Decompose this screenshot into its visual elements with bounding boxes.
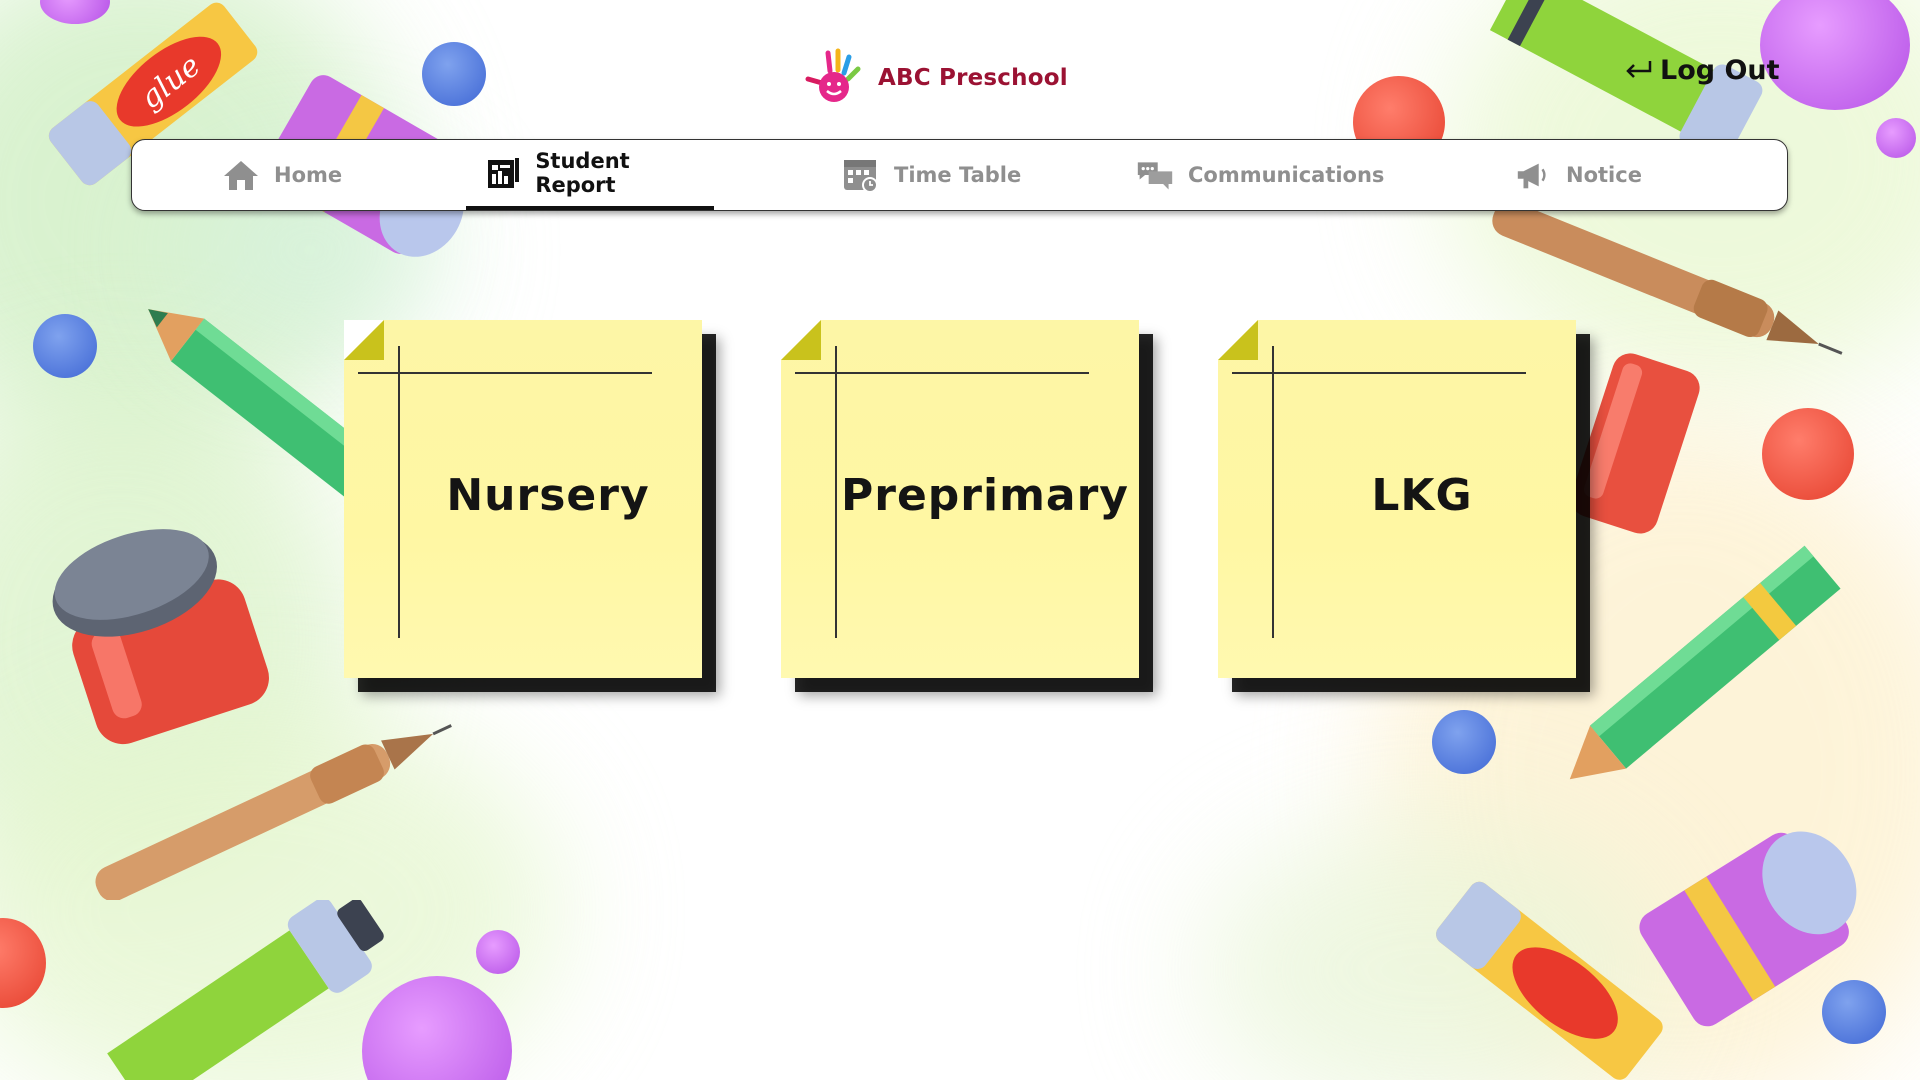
- nav-label-notice: Notice: [1566, 163, 1642, 187]
- note-margin-line: [835, 346, 837, 638]
- note-corner-fold: [1218, 320, 1258, 360]
- nav-label-communications: Communications: [1188, 163, 1385, 187]
- class-label: Nursery: [446, 470, 650, 521]
- logout-button[interactable]: Log Out: [1622, 48, 1780, 92]
- home-icon: [222, 157, 260, 193]
- note-corner-fold: [344, 320, 384, 360]
- class-label: Preprimary: [841, 470, 1129, 521]
- megaphone-icon: [1514, 157, 1552, 193]
- report-icon: [484, 155, 521, 191]
- nav-item-communications[interactable]: Communications: [1136, 140, 1384, 210]
- nav-label-home: Home: [274, 163, 343, 187]
- class-label: LKG: [1371, 470, 1473, 521]
- note-margin-line: [795, 372, 1089, 374]
- hand-logo-icon: [805, 48, 861, 102]
- nav-item-time-table[interactable]: Time Table: [842, 140, 1021, 210]
- school-name: ABC Preschool: [878, 65, 1068, 91]
- class-card-preprimary[interactable]: Preprimary: [781, 320, 1139, 678]
- note-margin-line: [358, 372, 652, 374]
- calendar-icon: [842, 157, 880, 193]
- note-corner-fold: [781, 320, 821, 360]
- note-margin-line: [1232, 372, 1526, 374]
- school-logo: ABC Preschool: [798, 38, 1078, 118]
- main-nav: Home Student Report Time Table Communica…: [131, 139, 1788, 211]
- logout-arrow-icon: [1626, 61, 1652, 78]
- note-margin-line: [398, 346, 400, 638]
- nav-label-time-table: Time Table: [894, 163, 1022, 187]
- chat-icon: [1136, 157, 1174, 193]
- nav-label-student-report: Student Report: [535, 149, 630, 197]
- note-margin-line: [1272, 346, 1274, 638]
- nav-item-notice[interactable]: Notice: [1514, 140, 1642, 210]
- nav-item-home[interactable]: Home: [222, 140, 342, 210]
- logout-label: Log Out: [1660, 54, 1780, 86]
- nav-item-student-report[interactable]: Student Report: [466, 140, 714, 210]
- class-card-lkg[interactable]: LKG: [1218, 320, 1576, 678]
- class-card-nursery[interactable]: Nursery: [344, 320, 702, 678]
